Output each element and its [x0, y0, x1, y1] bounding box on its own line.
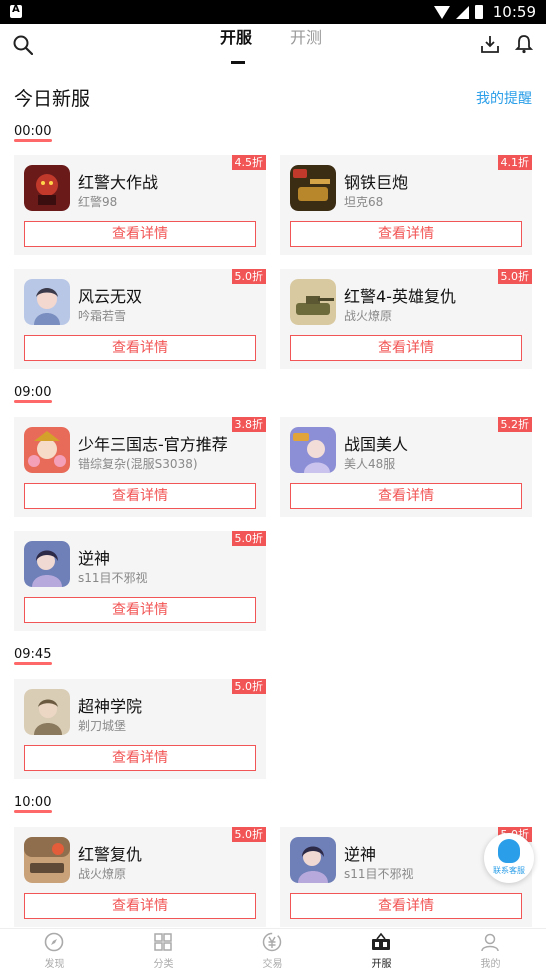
status-bar: 10:59 [0, 0, 546, 24]
game-card[interactable]: 5.0折 红警复仇 战火燎原 查看详情 [14, 827, 266, 927]
game-card[interactable]: 3.8折 少年三国志-官方推荐 错综复杂(混服S3038) 查看详情 [14, 417, 266, 517]
yen-icon [262, 932, 282, 952]
bell-icon[interactable] [515, 34, 533, 54]
game-name: 逆神 [78, 549, 111, 568]
server-name: 坦克68 [344, 195, 384, 209]
game-card[interactable]: 4.1折 钢铁巨炮 坦克68 查看详情 [280, 155, 532, 255]
time-label: 09:45 [14, 647, 52, 665]
view-details-button[interactable]: 查看详情 [290, 335, 522, 361]
game-card[interactable]: 5.0折 超神学院 剃刀城堡 查看详情 [14, 679, 266, 779]
game-name: 钢铁巨炮 [344, 173, 409, 192]
game-icon-red-alert-4 [290, 279, 336, 325]
server-name: 红警98 [78, 195, 118, 209]
nav-item-open-server[interactable]: 开服 [327, 929, 436, 973]
discount-badge: 5.2折 [497, 417, 532, 432]
support-icon [498, 839, 520, 863]
game-card[interactable]: 5.0折 逆神 s11目不邪视 查看详情 [14, 531, 266, 631]
time-label: 00:00 [14, 124, 52, 142]
game-icon-warring-beauty [290, 427, 336, 473]
discount-badge: 3.8折 [231, 417, 266, 432]
view-details-button[interactable]: 查看详情 [290, 483, 522, 509]
game-icon-red-alert-revenge [24, 837, 70, 883]
game-name: 红警复仇 [78, 845, 143, 864]
server-name: 吟霜若雪 [78, 309, 127, 323]
battery-icon [474, 5, 483, 19]
nav-item-mine[interactable]: 我的 [436, 929, 545, 973]
game-card[interactable]: 5.2折 战国美人 美人48服 查看详情 [280, 417, 532, 517]
discount-badge: 5.0折 [231, 269, 266, 284]
view-details-button[interactable]: 查看详情 [24, 745, 256, 771]
game-name: 逆神 [344, 845, 377, 864]
server-name: s11目不邪视 [78, 571, 148, 585]
search-icon[interactable] [13, 35, 33, 55]
view-details-button[interactable]: 查看详情 [24, 335, 256, 361]
view-details-button[interactable]: 查看详情 [24, 221, 256, 247]
game-card[interactable]: 5.0折 风云无双 吟霜若雪 查看详情 [14, 269, 266, 369]
contact-support-button[interactable]: 联系客服 [484, 833, 534, 883]
tab-open-test[interactable]: 开测 [290, 24, 322, 48]
discount-badge: 5.0折 [231, 827, 266, 842]
support-label: 联系客服 [493, 866, 525, 875]
server-name: 战火燎原 [78, 867, 127, 881]
server-name: s11目不邪视 [344, 867, 414, 881]
download-icon[interactable] [480, 34, 500, 54]
top-bar: 开服 开测 [0, 24, 546, 68]
game-name: 少年三国志-官方推荐 [78, 435, 228, 454]
game-icon-fengyun [24, 279, 70, 325]
time-label: 10:00 [14, 795, 52, 813]
my-reminder-link[interactable]: 我的提醒 [476, 88, 532, 108]
game-icon-red-alert-battle [24, 165, 70, 211]
discount-badge: 4.5折 [231, 155, 266, 170]
view-details-button[interactable]: 查看详情 [24, 893, 256, 919]
game-name: 风云无双 [78, 287, 143, 306]
game-icon-three-kingdoms [24, 427, 70, 473]
server-name: 战火燎原 [344, 309, 393, 323]
game-name: 超神学院 [78, 697, 143, 716]
view-details-button[interactable]: 查看详情 [290, 221, 522, 247]
bottom-nav: 发现 分类 交易 开服 我的 [0, 928, 546, 972]
game-card[interactable]: 5.0折 红警4-英雄复仇 战火燎原 查看详情 [280, 269, 532, 369]
view-details-button[interactable]: 查看详情 [24, 597, 256, 623]
person-icon [481, 933, 499, 952]
nav-item-category[interactable]: 分类 [109, 929, 218, 973]
server-name: 剃刀城堡 [78, 719, 127, 733]
server-name: 美人48服 [344, 457, 396, 471]
game-icon-nishen [290, 837, 336, 883]
tab-indicator [231, 61, 245, 64]
discount-badge: 4.1折 [497, 155, 532, 170]
signal-icon [455, 5, 469, 19]
view-details-button[interactable]: 查看详情 [24, 483, 256, 509]
nav-item-discover[interactable]: 发现 [0, 929, 109, 973]
view-details-button[interactable]: 查看详情 [290, 893, 522, 919]
nav-item-trade[interactable]: 交易 [218, 929, 327, 973]
discount-badge: 5.0折 [231, 679, 266, 694]
section-title: 今日新服 [14, 88, 91, 110]
game-icon-nishen [24, 541, 70, 587]
server-name: 错综复杂(混服S3038) [78, 457, 198, 471]
grid-icon [154, 933, 172, 951]
notification-icon [10, 4, 22, 18]
compass-icon [44, 932, 64, 952]
game-icon-chaoshen [24, 689, 70, 735]
game-name: 战国美人 [344, 435, 409, 454]
time-label: 09:00 [14, 385, 52, 403]
game-card[interactable]: 4.5折 红警大作战 红警98 查看详情 [14, 155, 266, 255]
status-time: 10:59 [492, 3, 536, 21]
wifi-icon [433, 5, 450, 19]
tab-open-server[interactable]: 开服 [220, 24, 252, 48]
game-name: 红警大作战 [78, 173, 159, 192]
discount-badge: 5.0折 [497, 269, 532, 284]
server-icon [372, 932, 390, 950]
game-icon-steel-cannon [290, 165, 336, 211]
discount-badge: 5.0折 [231, 531, 266, 546]
game-name: 红警4-英雄复仇 [344, 287, 456, 306]
